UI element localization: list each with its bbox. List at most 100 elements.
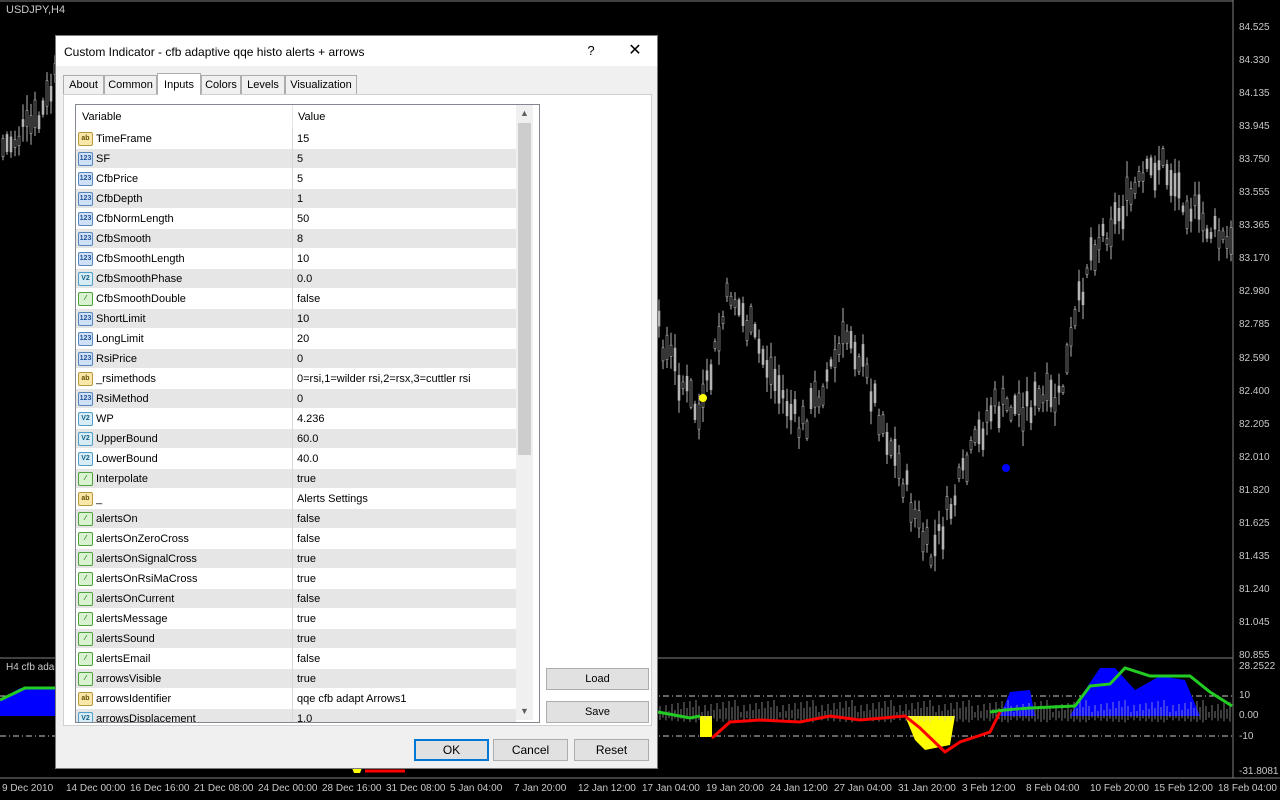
dbl-type-icon: V2: [78, 452, 93, 466]
input-value[interactable]: Alerts Settings: [297, 489, 512, 509]
scroll-down-icon[interactable]: ▼: [516, 703, 533, 720]
input-row-[interactable]: ab _ Alerts Settings: [76, 489, 516, 509]
input-variable-name: alertsSound: [96, 633, 155, 645]
dialog-titlebar[interactable]: Custom Indicator - cfb adaptive qqe hist…: [56, 36, 657, 66]
cancel-button[interactable]: Cancel: [493, 739, 568, 761]
input-value[interactable]: 1: [297, 189, 512, 209]
input-value[interactable]: 50: [297, 209, 512, 229]
input-value[interactable]: 0=rsi,1=wilder rsi,2=rsx,3=cuttler rsi: [297, 369, 512, 389]
input-row-shortlimit[interactable]: 123 ShortLimit 10: [76, 309, 516, 329]
reset-button[interactable]: Reset: [574, 739, 649, 761]
price-tick-label: 82.010: [1239, 451, 1270, 463]
input-value[interactable]: 10: [297, 249, 512, 269]
input-value[interactable]: 0: [297, 349, 512, 369]
input-row-longlimit[interactable]: 123 LongLimit 20: [76, 329, 516, 349]
input-row-rsimethods[interactable]: ab _rsimethods 0=rsi,1=wilder rsi,2=rsx,3=…: [76, 369, 516, 389]
input-row-alertsonzerocross[interactable]: ⁄ alertsOnZeroCross false: [76, 529, 516, 549]
input-value[interactable]: 0: [297, 389, 512, 409]
price-tick-label: 81.820: [1239, 484, 1270, 496]
input-value[interactable]: 4.236: [297, 409, 512, 429]
input-row-arrowsdisplacement[interactable]: V2 arrowsDisplacement 1.0: [76, 709, 516, 722]
input-row-upperbound[interactable]: V2 UpperBound 60.0: [76, 429, 516, 449]
tab-colors[interactable]: Colors: [201, 75, 241, 94]
input-row-lowerbound[interactable]: V2 LowerBound 40.0: [76, 449, 516, 469]
input-value[interactable]: 5: [297, 149, 512, 169]
load-button[interactable]: Load: [546, 668, 649, 690]
input-value[interactable]: qqe cfb adapt Arrows1: [297, 689, 512, 709]
price-tick-label: 82.980: [1239, 286, 1270, 298]
help-button[interactable]: ?: [580, 40, 602, 62]
int-type-icon: 123: [78, 172, 93, 186]
input-value[interactable]: true: [297, 549, 512, 569]
input-value[interactable]: 0.0: [297, 269, 512, 289]
tab-inputs[interactable]: Inputs: [157, 73, 201, 95]
int-type-icon: 123: [78, 332, 93, 346]
input-row-rsimethod[interactable]: 123 RsiMethod 0: [76, 389, 516, 409]
input-row-cfbdepth[interactable]: 123 CfbDepth 1: [76, 189, 516, 209]
input-row-alertsoncurrent[interactable]: ⁄ alertsOnCurrent false: [76, 589, 516, 609]
input-row-arrowsidentifier[interactable]: ab arrowsIdentifier qqe cfb adapt Arrows1: [76, 689, 516, 709]
input-value[interactable]: 1.0: [297, 709, 512, 722]
date-tick-label: 16 Dec 16:00: [130, 783, 190, 794]
input-row-alertsemail[interactable]: ⁄ alertsEmail false: [76, 649, 516, 669]
input-row-cfbsmooth[interactable]: 123 CfbSmooth 8: [76, 229, 516, 249]
column-header-variable[interactable]: Variable: [82, 105, 122, 129]
input-row-alertssound[interactable]: ⁄ alertsSound true: [76, 629, 516, 649]
input-value[interactable]: 15: [297, 129, 512, 149]
input-value[interactable]: 60.0: [297, 429, 512, 449]
tab-levels[interactable]: Levels: [241, 75, 285, 94]
inputs-grid[interactable]: Variable Value ab TimeFrame 15 123 SF 5 123 Cfb…: [75, 104, 540, 723]
input-row-sf[interactable]: 123 SF 5: [76, 149, 516, 169]
input-value[interactable]: 8: [297, 229, 512, 249]
input-row-wp[interactable]: V2 WP 4.236: [76, 409, 516, 429]
ok-button[interactable]: OK: [414, 739, 489, 761]
input-value[interactable]: true: [297, 629, 512, 649]
tab-visualization[interactable]: Visualization: [285, 75, 357, 94]
input-row-cfbsmoothdouble[interactable]: ⁄ CfbSmoothDouble false: [76, 289, 516, 309]
input-variable-name: ShortLimit: [96, 313, 146, 325]
column-header-value[interactable]: Value: [298, 105, 325, 129]
input-row-rsiprice[interactable]: 123 RsiPrice 0: [76, 349, 516, 369]
bool-type-icon: ⁄: [78, 652, 93, 666]
input-value[interactable]: 40.0: [297, 449, 512, 469]
input-row-alertsmessage[interactable]: ⁄ alertsMessage true: [76, 609, 516, 629]
input-value[interactable]: 5: [297, 169, 512, 189]
price-tick-label: 83.170: [1239, 253, 1270, 265]
input-row-interpolate[interactable]: ⁄ Interpolate true: [76, 469, 516, 489]
input-value[interactable]: false: [297, 649, 512, 669]
date-tick-label: 9 Dec 2010: [2, 783, 54, 794]
price-tick-label: 82.205: [1239, 418, 1270, 430]
input-variable-name: UpperBound: [96, 433, 158, 445]
input-value[interactable]: true: [297, 469, 512, 489]
input-value[interactable]: false: [297, 589, 512, 609]
input-row-cfbsmoothlength[interactable]: 123 CfbSmoothLength 10: [76, 249, 516, 269]
input-row-alertsonrsimacross[interactable]: ⁄ alertsOnRsiMaCross true: [76, 569, 516, 589]
price-tick-label: 82.785: [1239, 319, 1270, 331]
date-tick-label: 31 Dec 08:00: [386, 783, 446, 794]
input-value[interactable]: 20: [297, 329, 512, 349]
input-value[interactable]: false: [297, 529, 512, 549]
input-row-cfbnormlength[interactable]: 123 CfbNormLength 50: [76, 209, 516, 229]
input-value[interactable]: true: [297, 569, 512, 589]
grid-scrollbar[interactable]: ▲ ▼: [516, 105, 533, 720]
input-value[interactable]: true: [297, 609, 512, 629]
tab-common[interactable]: Common: [104, 75, 157, 94]
scroll-thumb[interactable]: [518, 123, 531, 455]
tab-about[interactable]: About: [63, 75, 104, 94]
int-type-icon: 123: [78, 312, 93, 326]
input-value[interactable]: true: [297, 669, 512, 689]
input-row-timeframe[interactable]: ab TimeFrame 15: [76, 129, 516, 149]
input-variable-name: _rsimethods: [96, 373, 156, 385]
input-row-alertson[interactable]: ⁄ alertsOn false: [76, 509, 516, 529]
close-button[interactable]: ✕: [623, 39, 647, 63]
input-value[interactable]: false: [297, 289, 512, 309]
input-row-alertsonsignalcross[interactable]: ⁄ alertsOnSignalCross true: [76, 549, 516, 569]
input-row-cfbprice[interactable]: 123 CfbPrice 5: [76, 169, 516, 189]
input-row-arrowsvisible[interactable]: ⁄ arrowsVisible true: [76, 669, 516, 689]
scroll-up-icon[interactable]: ▲: [516, 105, 533, 122]
input-row-cfbsmoothphase[interactable]: V2 CfbSmoothPhase 0.0: [76, 269, 516, 289]
input-value[interactable]: false: [297, 509, 512, 529]
input-value[interactable]: 10: [297, 309, 512, 329]
save-button[interactable]: Save: [546, 701, 649, 723]
dbl-type-icon: V2: [78, 272, 93, 286]
